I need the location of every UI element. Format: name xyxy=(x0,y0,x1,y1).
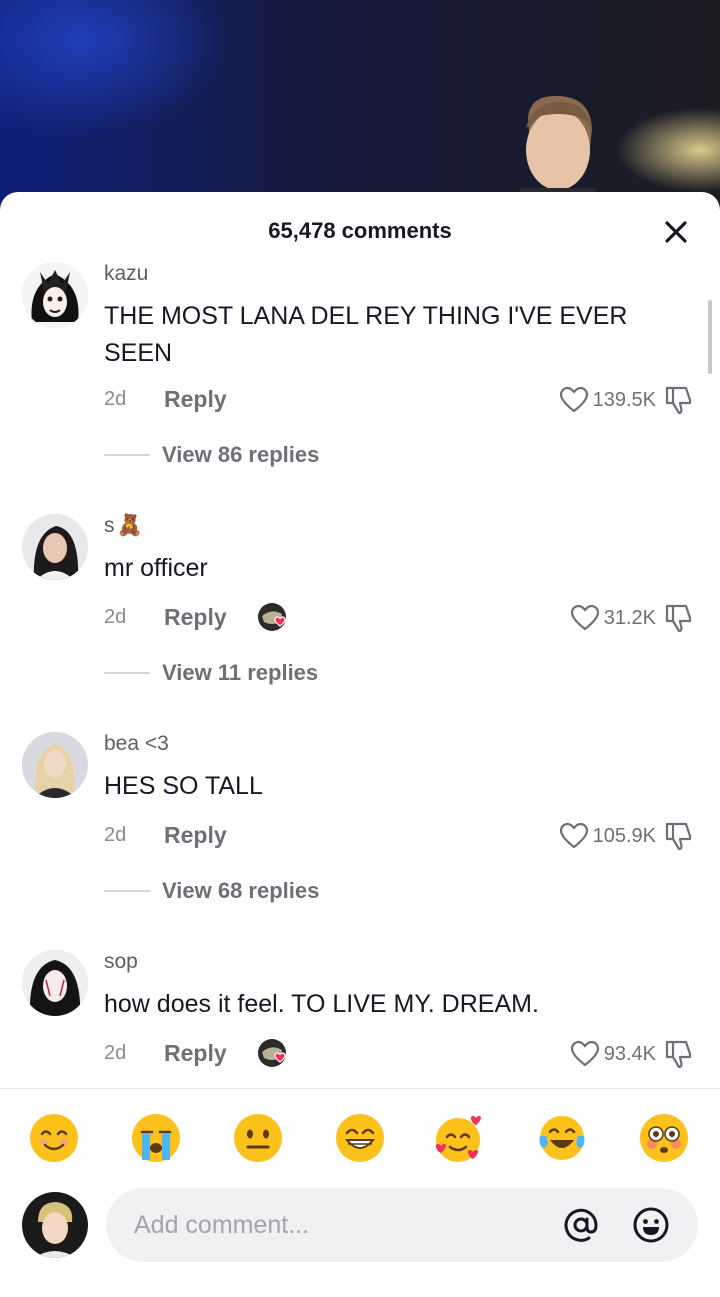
comment-count-title: 65,478 comments xyxy=(268,218,452,243)
comment-text: how does it feel. TO LIVE MY. DREAM. xyxy=(104,990,539,1018)
comment-composer xyxy=(0,1180,720,1270)
grinning-face-emoji-icon[interactable] xyxy=(334,1112,386,1164)
username-text: s xyxy=(104,514,115,537)
comment-text: HES SO TALL xyxy=(104,772,263,800)
comment-text: mr officer xyxy=(104,554,208,582)
reply-divider-line xyxy=(104,672,150,674)
view-replies-button[interactable]: View 11 replies xyxy=(104,658,318,688)
dislike-icon[interactable] xyxy=(662,384,694,416)
sheet-header: 65,478 comments xyxy=(0,192,720,268)
like-count: 139.5K xyxy=(592,388,656,411)
flushed-face-emoji-icon[interactable] xyxy=(638,1112,690,1164)
reply-button[interactable]: Reply xyxy=(164,1040,227,1067)
creator-liked-icon xyxy=(258,603,286,631)
comment-timestamp: 2d xyxy=(104,388,127,410)
comment-text: THE MOST LANA DEL REY THING I'VE EVER SE… xyxy=(104,302,628,367)
comment-timestamp: 2d xyxy=(104,1042,127,1064)
username-emoji: 🧸 xyxy=(116,514,143,537)
neutral-face-emoji-icon[interactable] xyxy=(232,1112,284,1164)
comment-timestamp: 2d xyxy=(104,606,127,628)
like-button[interactable]: 93.4K xyxy=(570,1038,656,1070)
dislike-icon[interactable] xyxy=(662,820,694,852)
comment-timestamp: 2d xyxy=(104,824,127,846)
like-button[interactable]: 105.9K xyxy=(559,820,656,852)
composer-divider xyxy=(0,1088,720,1089)
dislike-icon[interactable] xyxy=(662,602,694,634)
creator-liked-icon xyxy=(258,1039,286,1067)
smiling-face-emoji-icon[interactable] xyxy=(28,1112,80,1164)
comment-username[interactable]: sop xyxy=(104,950,138,974)
view-replies-button[interactable]: View 68 replies xyxy=(104,876,319,906)
dislike-icon[interactable] xyxy=(662,1038,694,1070)
smiling-face-with-hearts-emoji-icon[interactable] xyxy=(432,1112,484,1164)
like-button[interactable]: 139.5K xyxy=(559,384,656,416)
heart-icon xyxy=(559,386,588,413)
scrollbar[interactable] xyxy=(708,300,712,374)
video-person-image xyxy=(520,95,596,208)
close-icon[interactable] xyxy=(660,216,692,248)
reply-divider-line xyxy=(104,454,150,456)
reply-divider-line xyxy=(104,890,150,892)
avatar[interactable] xyxy=(22,514,88,580)
comment-username[interactable]: s🧸 xyxy=(104,514,143,538)
avatar[interactable] xyxy=(22,732,88,798)
heart-icon xyxy=(570,604,599,631)
avatar[interactable] xyxy=(22,262,88,328)
comment-meta: 2d Reply 139.5K xyxy=(104,386,704,418)
emoji-icon[interactable] xyxy=(632,1206,670,1244)
view-replies-label: View 11 replies xyxy=(162,660,319,685)
at-sign-icon[interactable] xyxy=(562,1206,600,1244)
comment-meta: 2d Reply 31.2K xyxy=(104,603,704,636)
current-user-avatar[interactable] xyxy=(22,1192,88,1258)
like-count: 93.4K xyxy=(603,1042,656,1065)
comment-meta: 2d Reply 93.4K xyxy=(104,1039,704,1072)
reply-button[interactable]: Reply xyxy=(164,386,227,413)
comment-username[interactable]: bea <3 xyxy=(104,732,169,756)
reply-button[interactable]: Reply xyxy=(164,822,227,849)
comment-input-container xyxy=(106,1188,698,1262)
like-count: 105.9K xyxy=(592,824,656,847)
reply-button[interactable]: Reply xyxy=(164,604,227,631)
heart-icon xyxy=(559,822,588,849)
quick-emoji-bar xyxy=(0,1108,720,1168)
view-replies-label: View 68 replies xyxy=(162,878,320,903)
avatar[interactable] xyxy=(22,950,88,1016)
comment-meta: 2d Reply 105.9K xyxy=(104,822,704,854)
tears-of-joy-emoji-icon[interactable] xyxy=(536,1112,588,1164)
view-replies-label: View 86 replies xyxy=(162,442,320,467)
view-replies-button[interactable]: View 86 replies xyxy=(104,440,319,470)
heart-icon xyxy=(570,1040,599,1067)
like-count: 31.2K xyxy=(603,606,656,629)
comment-input[interactable] xyxy=(134,1204,534,1246)
loudly-crying-face-emoji-icon[interactable] xyxy=(130,1112,182,1164)
comments-sheet: 65,478 comments kazu THE MOST LANA DEL R… xyxy=(0,192,720,1297)
comment-username[interactable]: kazu xyxy=(104,262,148,286)
like-button[interactable]: 31.2K xyxy=(570,602,656,634)
